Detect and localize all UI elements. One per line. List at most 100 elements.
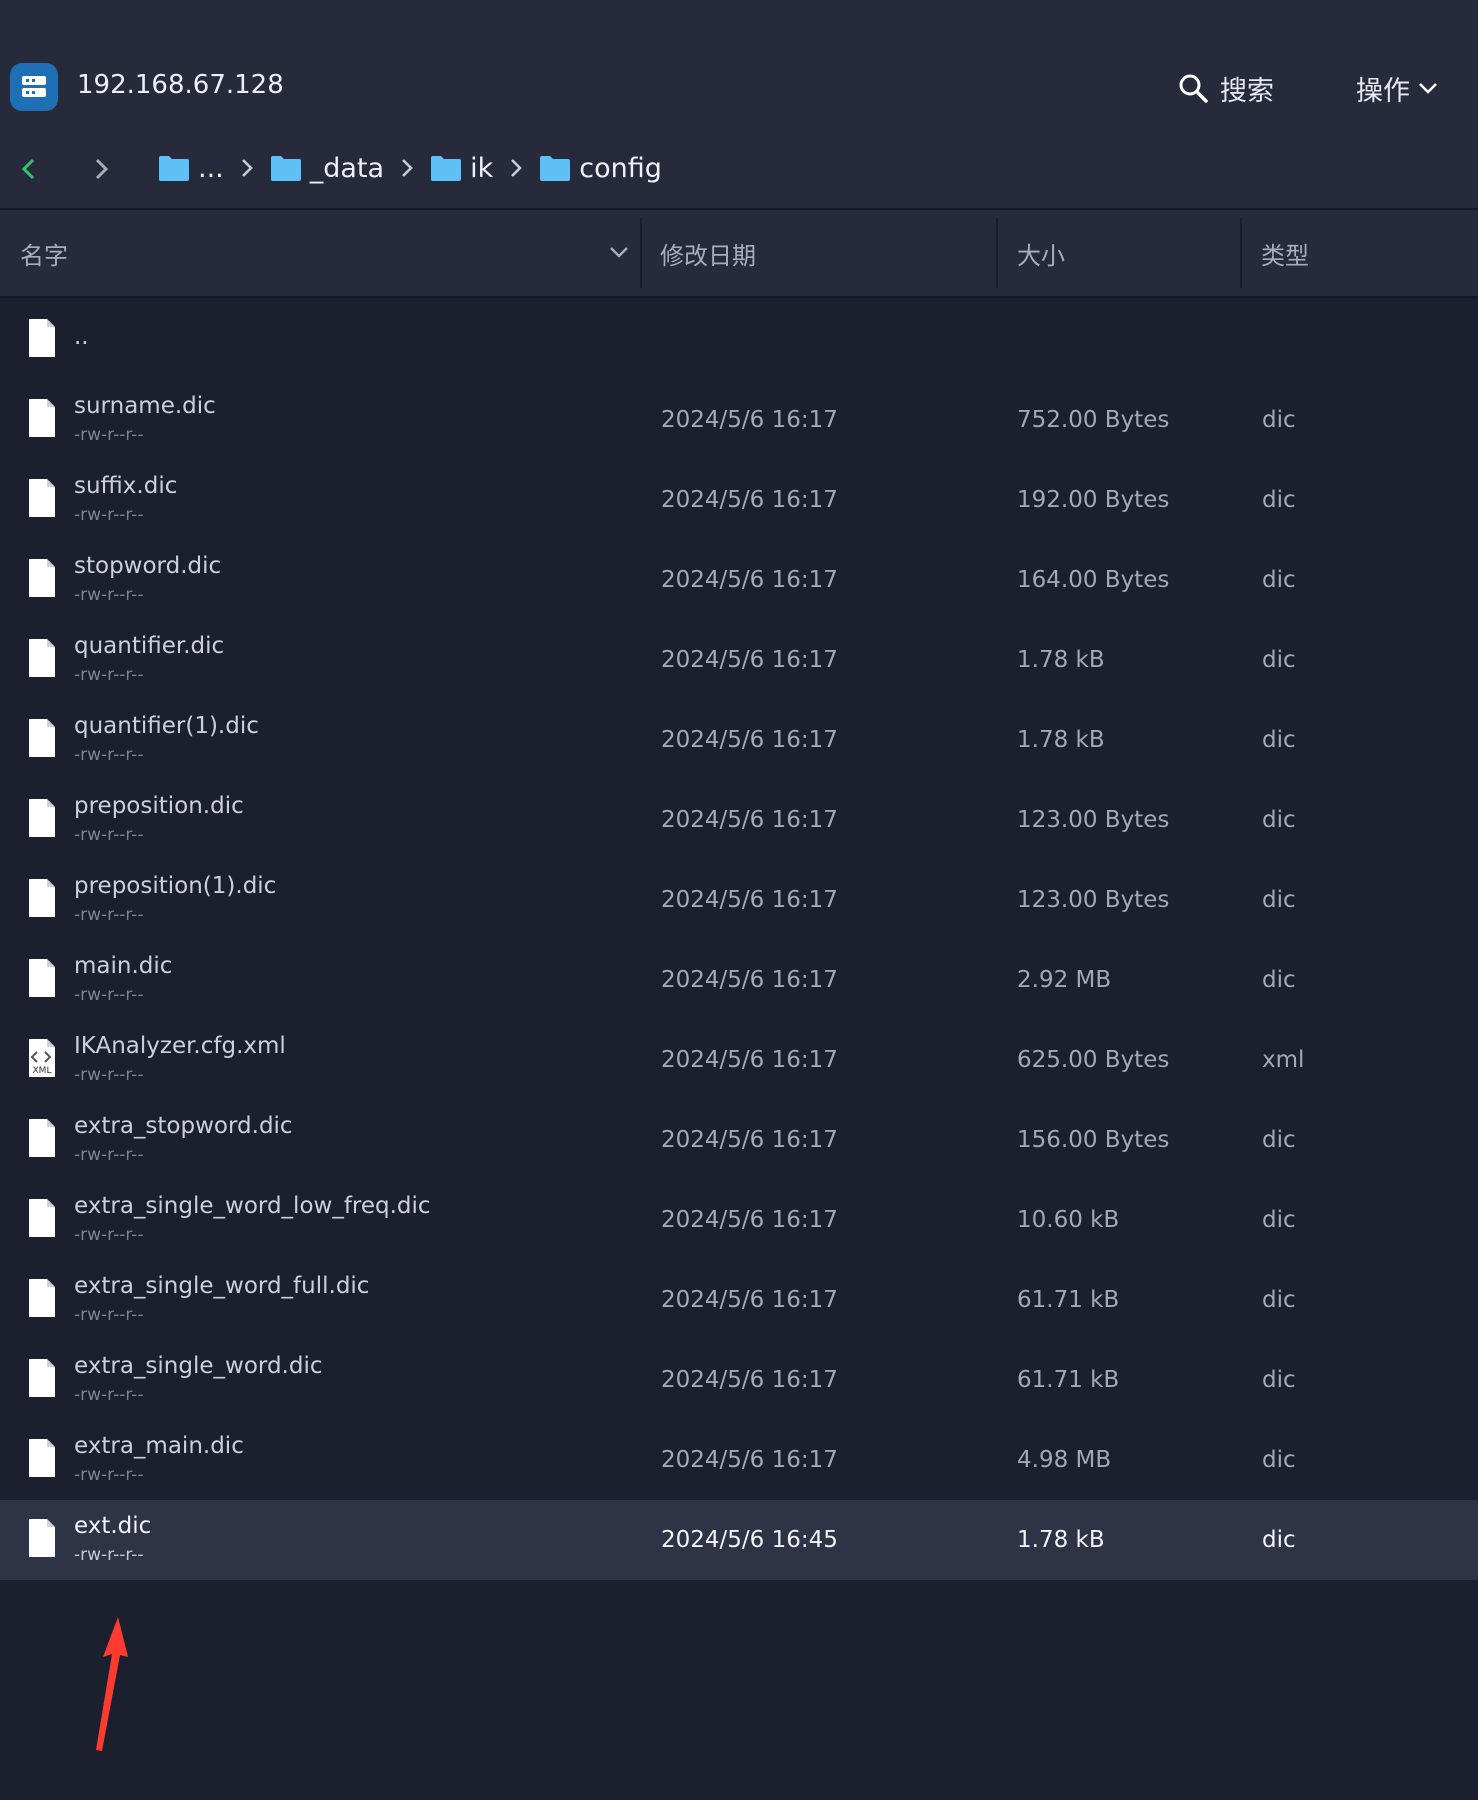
file-row[interactable]: suffix.dic -rw-r--r-- 2024/5/6 16:17 192.00… [0,460,1478,540]
file-name: extra_single_word_low_freq.dic [74,1193,431,1219]
file-permissions: -rw-r--r-- [74,505,144,525]
file-type: dic [1262,887,1296,913]
file-permissions: -rw-r--r-- [74,1145,144,1165]
column-type[interactable]: 类型 [1261,210,1309,296]
file-name: quantifier(1).dic [74,713,259,739]
file-icon [29,719,55,757]
column-divider[interactable] [1240,218,1242,288]
folder-icon [431,156,462,181]
breadcrumb-label: ... [198,152,224,184]
back-chevron-icon[interactable] [20,157,38,181]
column-header: 名字 修改日期 大小 类型 [0,210,1478,298]
file-modified-date: 2024/5/6 16:17 [661,1047,838,1073]
file-modified-date: 2024/5/6 16:17 [661,1207,838,1233]
file-name: extra_main.dic [74,1433,244,1459]
file-name: extra_stopword.dic [74,1113,293,1139]
file-icon [29,399,55,437]
file-permissions: -rw-r--r-- [74,585,144,605]
column-size[interactable]: 大小 [1017,210,1065,296]
file-modified-date: 2024/5/6 16:17 [661,567,838,593]
breadcrumb-item-config[interactable]: config [539,153,662,184]
forward-chevron-icon[interactable] [92,157,110,181]
actions-menu-button[interactable]: 操作 [1356,66,1438,110]
file-row[interactable]: XML IKAnalyzer.cfg.xml -rw-r--r-- 2024/5/6 … [0,1020,1478,1100]
file-size: 1.78 kB [1017,727,1105,753]
file-name: surname.dic [74,393,216,419]
file-size: 192.00 Bytes [1017,487,1170,513]
file-row[interactable]: extra_single_word_low_freq.dic -rw-r--r--… [0,1180,1478,1260]
breadcrumb-item-data[interactable]: _data [270,153,384,184]
file-permissions: -rw-r--r-- [74,1305,144,1325]
file-icon [29,639,55,677]
file-name: extra_single_word.dic [74,1353,323,1379]
breadcrumb-bar: ... _data ik config [0,130,1478,210]
file-permissions: -rw-r--r-- [74,425,144,445]
file-icon [29,1359,55,1397]
file-row[interactable]: quantifier.dic -rw-r--r-- 2024/5/6 16:17 1.… [0,620,1478,700]
file-row[interactable]: surname.dic -rw-r--r-- 2024/5/6 16:17 752.0… [0,380,1478,460]
title-bar: 192.168.67.128 搜索 操作 [0,0,1478,130]
file-row[interactable]: ext.dic -rw-r--r-- 2024/5/6 16:45 1.78 kB di… [0,1500,1478,1580]
file-modified-date: 2024/5/6 16:17 [661,1127,838,1153]
file-modified-date: 2024/5/6 16:17 [661,1287,838,1313]
column-divider[interactable] [640,218,642,288]
file-type: dic [1262,407,1296,433]
column-modified[interactable]: 修改日期 [660,210,756,296]
file-name: main.dic [74,953,173,979]
file-icon [29,879,55,917]
file-modified-date: 2024/5/6 16:17 [661,727,838,753]
file-row[interactable]: extra_stopword.dic -rw-r--r-- 2024/5/6 16:… [0,1100,1478,1180]
chevron-right-icon [241,159,253,177]
file-permissions: -rw-r--r-- [74,1545,144,1565]
file-icon [29,479,55,517]
folder-icon [270,156,301,181]
column-divider[interactable] [996,218,998,288]
file-type: dic [1262,1287,1296,1313]
file-modified-date: 2024/5/6 16:17 [661,1367,838,1393]
search-button[interactable]: 搜索 [1178,66,1274,110]
file-type: dic [1262,1527,1296,1553]
file-row[interactable]: stopword.dic -rw-r--r-- 2024/5/6 16:17 164.… [0,540,1478,620]
file-permissions: -rw-r--r-- [74,745,144,765]
file-row[interactable]: quantifier(1).dic -rw-r--r-- 2024/5/6 16:1… [0,700,1478,780]
file-type: dic [1262,1127,1296,1153]
file-name: quantifier.dic [74,633,225,659]
file-icon [29,559,55,597]
actions-label: 操作 [1356,75,1410,107]
host-title: 192.168.67.128 [77,70,284,100]
file-icon [29,1199,55,1237]
file-permissions: -rw-r--r-- [74,1065,144,1085]
file-permissions: -rw-r--r-- [74,1385,144,1405]
file-row[interactable]: extra_main.dic -rw-r--r-- 2024/5/6 16:17 4.… [0,1420,1478,1500]
file-row[interactable]: main.dic -rw-r--r-- 2024/5/6 16:17 2.92 MB d… [0,940,1478,1020]
file-size: 752.00 Bytes [1017,407,1170,433]
file-size: 164.00 Bytes [1017,567,1170,593]
file-row[interactable]: preposition.dic -rw-r--r-- 2024/5/6 16:17 1… [0,780,1478,860]
parent-directory-row[interactable]: .. [0,300,1478,380]
file-row[interactable]: preposition(1).dic -rw-r--r-- 2024/5/6 16:… [0,860,1478,940]
xml-file-icon: XML [29,1039,55,1077]
folder-icon [159,156,189,181]
breadcrumb-item-ik[interactable]: ik [430,153,493,184]
file-permissions: -rw-r--r-- [74,825,144,845]
file-name: suffix.dic [74,473,178,499]
column-modified-label: 修改日期 [660,241,756,270]
search-icon [1179,74,1208,103]
file-size: 61.71 kB [1017,1367,1120,1393]
file-size: 4.98 MB [1017,1447,1112,1473]
column-name-label: 名字 [20,241,68,270]
file-name: extra_single_word_full.dic [74,1273,370,1299]
breadcrumb-item-ellipsis[interactable]: ... [158,153,224,184]
file-row[interactable]: extra_single_word_full.dic -rw-r--r-- 2024… [0,1260,1478,1340]
column-name[interactable]: 名字 [20,210,68,296]
file-type: dic [1262,647,1296,673]
column-size-label: 大小 [1017,241,1065,270]
file-name: preposition.dic [74,793,244,819]
file-permissions: -rw-r--r-- [74,665,144,685]
file-modified-date: 2024/5/6 16:17 [661,647,838,673]
file-name: stopword.dic [74,553,222,579]
sort-chevron-down-icon[interactable] [609,245,629,259]
file-type: dic [1262,1207,1296,1233]
file-row[interactable]: extra_single_word.dic -rw-r--r-- 2024/5/6 … [0,1340,1478,1420]
file-size: 1.78 kB [1017,1527,1105,1553]
